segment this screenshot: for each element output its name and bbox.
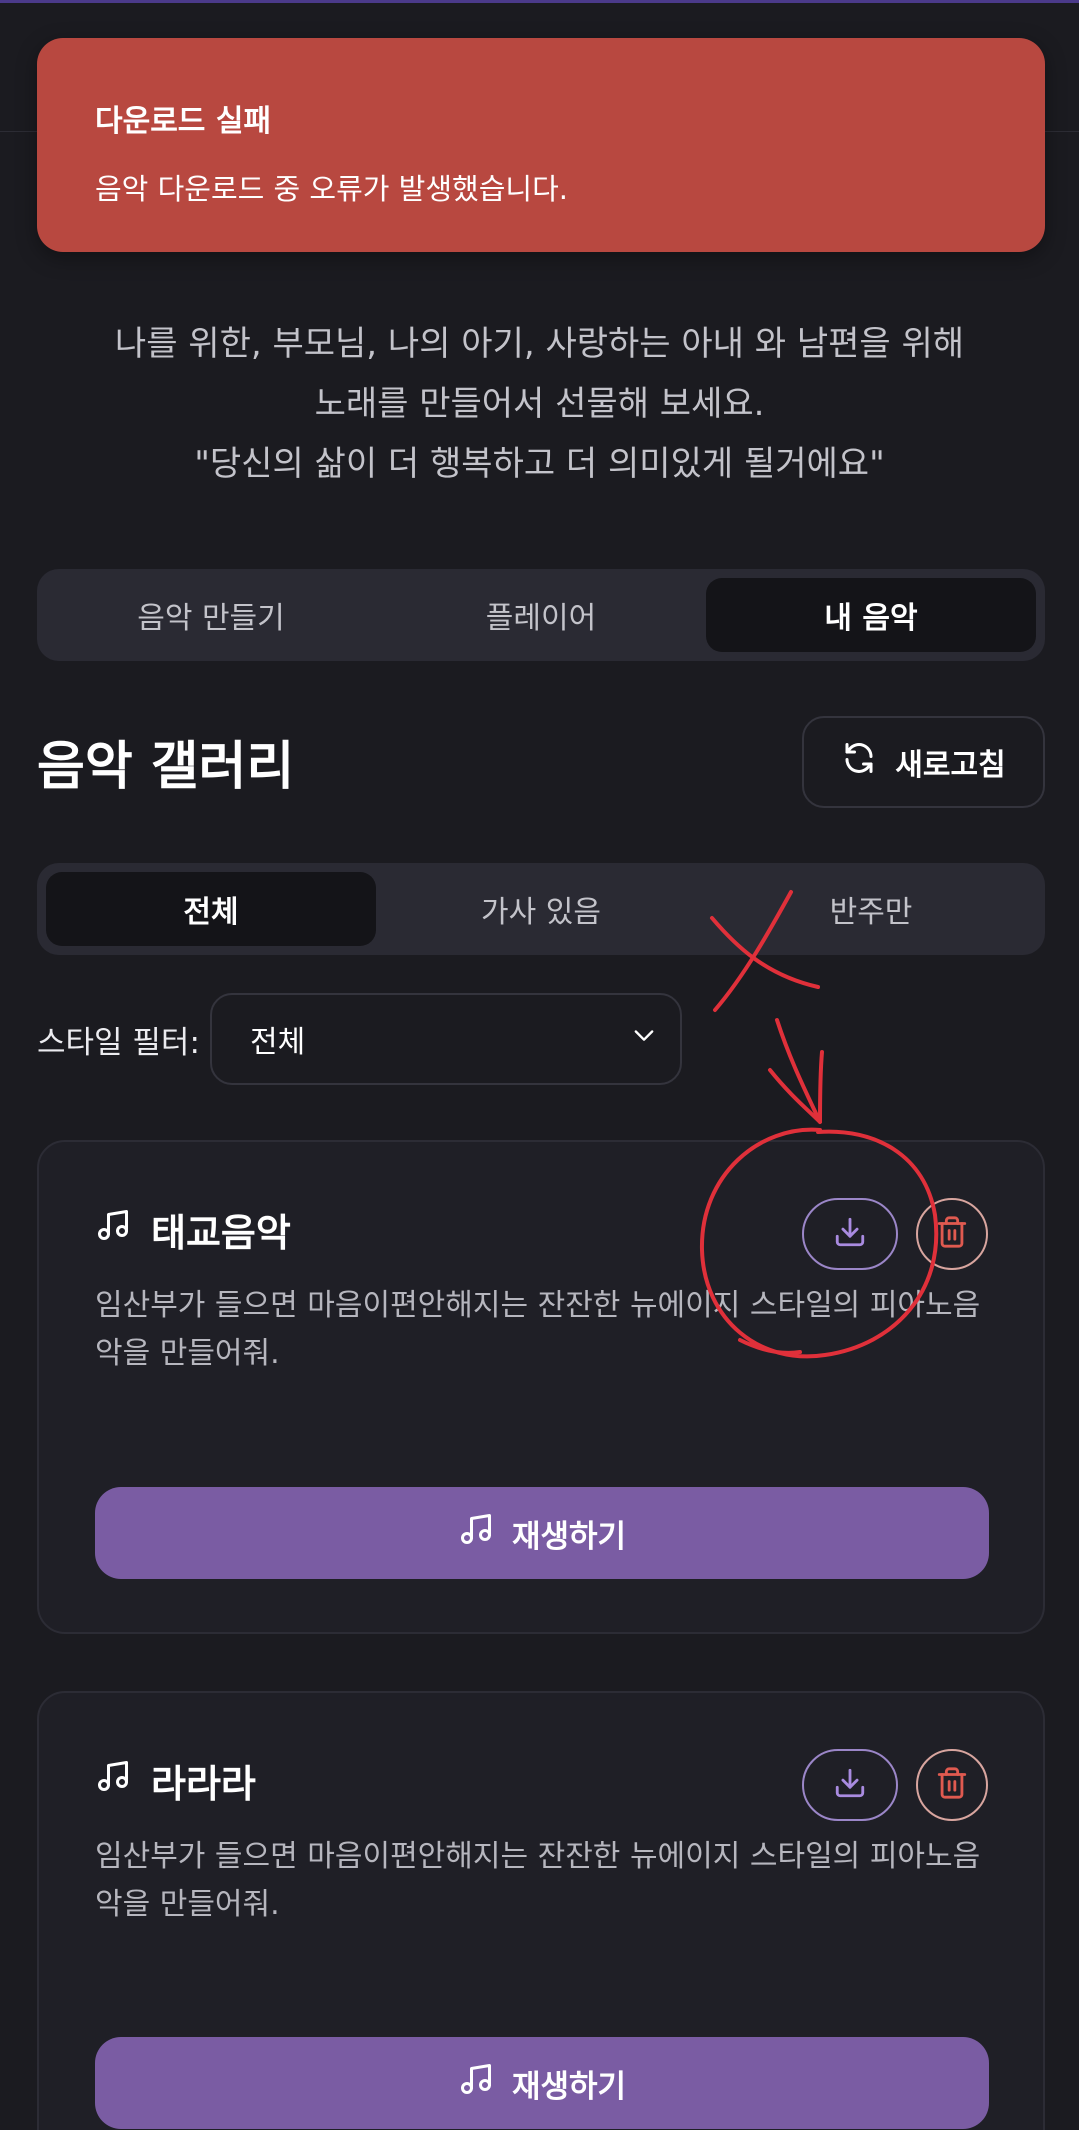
style-filter-value: 전체: [250, 1025, 306, 1060]
tab-my-music[interactable]: 내 음악: [706, 578, 1036, 652]
song-card: 라라라 임산부가 들으면 마음이편안해지는 잔잔한 뉴에이지 스타일의 피아노음…: [37, 1691, 1045, 2130]
refresh-label: 새로고침: [895, 748, 1006, 783]
annotation-arrow-head: [768, 1050, 824, 1124]
tab-create-music[interactable]: 음악 만들기: [46, 578, 376, 652]
play-label: 재생하기: [511, 1518, 627, 1555]
download-icon: [833, 1215, 867, 1253]
download-button[interactable]: [802, 1198, 898, 1270]
delete-button[interactable]: [916, 1198, 988, 1270]
play-button[interactable]: 재생하기: [95, 1487, 989, 1579]
song-title-text: 태교음악: [151, 1211, 291, 1255]
refresh-icon: [841, 740, 877, 784]
music-note-icon: [458, 2061, 494, 2105]
header-description: 나를 위한, 부모님, 나의 아기, 사랑하는 아내 와 남편을 위해 노래를 …: [0, 314, 1079, 494]
error-toast[interactable]: 다운로드 실패 음악 다운로드 중 오류가 발생했습니다.: [37, 38, 1045, 252]
style-filter-label: 스타일 필터:: [37, 1025, 200, 1061]
filter-tabs: 전체 가사 있음 반주만: [37, 863, 1045, 955]
description-line: 나를 위한, 부모님, 나의 아기, 사랑하는 아내 와 남편을 위해: [114, 324, 965, 364]
description-line: "당신의 삶이 더 행복하고 더 의미있게 될거에요": [194, 444, 885, 484]
delete-button[interactable]: [916, 1749, 988, 1821]
annotation-arrow: [775, 1018, 822, 1124]
music-note-icon: [458, 1511, 494, 1555]
play-label: 재생하기: [511, 2068, 627, 2105]
song-title: 태교음악: [95, 1202, 291, 1257]
main-tabs: 음악 만들기 플레이어 내 음악: [37, 569, 1045, 661]
description-line: 노래를 만들어서 선물해 보세요.: [314, 384, 765, 424]
tab-player[interactable]: 플레이어: [376, 578, 706, 652]
refresh-button[interactable]: 새로고침: [802, 716, 1045, 808]
song-description: 임산부가 들으면 마음이편안해지는 잔잔한 뉴에이지 스타일의 피아노음악을 만…: [95, 1839, 981, 1922]
song-card: 태교음악 임산부가 들으면 마음이편안해지는 잔잔한 뉴에이지 스타일의 피아노…: [37, 1140, 1045, 1634]
chevron-down-icon: [630, 1021, 658, 1057]
style-filter-select[interactable]: 전체: [210, 993, 682, 1085]
gallery-title: 음악 갤러리: [37, 737, 295, 797]
trash-icon: [935, 1766, 969, 1804]
song-title-text: 라라라: [151, 1762, 256, 1806]
toast-message: 음악 다운로드 중 오류가 발생했습니다.: [95, 172, 568, 206]
song-description: 임산부가 들으면 마음이편안해지는 잔잔한 뉴에이지 스타일의 피아노음악을 만…: [95, 1288, 981, 1371]
music-note-icon: [95, 1207, 131, 1252]
filter-tab-with-lyrics[interactable]: 가사 있음: [376, 872, 706, 946]
filter-tab-instrumental[interactable]: 반주만: [706, 872, 1036, 946]
toast-title: 다운로드 실패: [95, 104, 272, 139]
play-button[interactable]: 재생하기: [95, 2037, 989, 2129]
music-note-icon: [95, 1758, 131, 1803]
trash-icon: [935, 1215, 969, 1253]
filter-tab-all[interactable]: 전체: [46, 872, 376, 946]
song-title: 라라라: [95, 1753, 256, 1808]
download-icon: [833, 1766, 867, 1804]
download-button[interactable]: [802, 1749, 898, 1821]
